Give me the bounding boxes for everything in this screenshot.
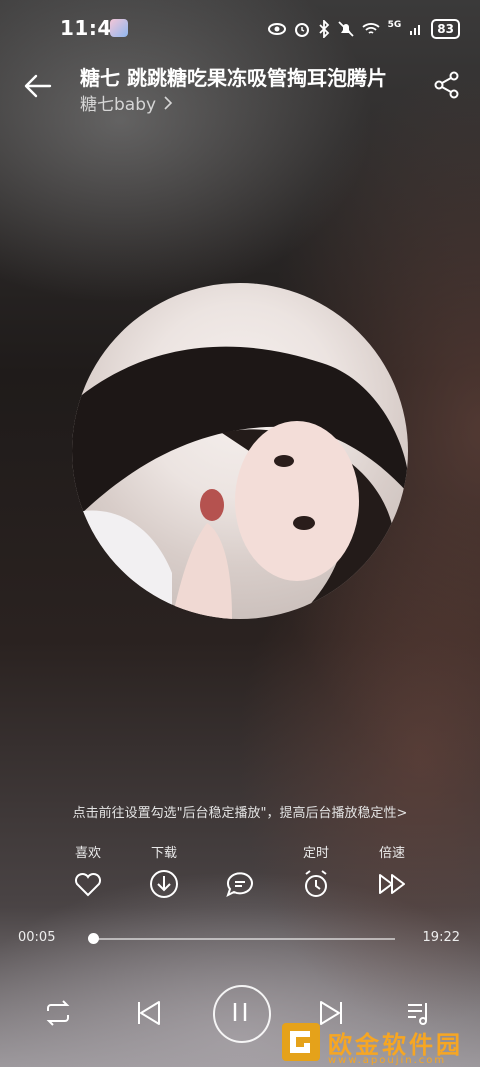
status-icons: 5G 83 <box>267 18 460 40</box>
watermark-logo-icon <box>282 1023 320 1061</box>
song-title: 糖七 跳跳糖吃果冻吸管掏耳泡腾片 <box>80 66 387 90</box>
artist-name: 糖七baby <box>80 95 157 115</box>
arrow-left-icon <box>24 74 52 98</box>
progress-track[interactable] <box>92 938 395 940</box>
alarm-clock-icon <box>305 870 327 897</box>
speed-action[interactable]: 倍速 <box>352 842 432 904</box>
chevron-right-icon <box>164 96 173 110</box>
back-button[interactable] <box>20 68 56 104</box>
watermark-url: www.apoujin.com <box>328 1055 447 1066</box>
wifi-icon <box>362 23 380 34</box>
alarm-icon <box>294 23 309 37</box>
app-notification-icon <box>110 19 128 37</box>
timer-label: 定时 <box>302 846 329 861</box>
signal-icon <box>410 25 421 35</box>
pause-button[interactable] <box>213 985 271 1043</box>
progress-knob[interactable] <box>88 933 99 944</box>
heart-icon <box>74 872 102 897</box>
share-icon <box>434 71 459 99</box>
share-button[interactable] <box>432 70 462 100</box>
total-time: 19:22 <box>422 930 460 945</box>
download-action[interactable]: 下载 <box>124 842 204 904</box>
comment-action[interactable] <box>200 842 280 904</box>
pause-icon <box>233 1003 247 1021</box>
mute-bell-icon <box>338 21 354 37</box>
cover-photo <box>72 346 408 619</box>
eye-icon <box>267 23 286 35</box>
download-icon <box>150 870 178 898</box>
artist-link[interactable]: 糖七baby <box>80 90 173 115</box>
network-type: 5G <box>387 20 402 30</box>
like-action[interactable]: 喜欢 <box>48 842 128 904</box>
album-cover[interactable] <box>72 283 408 619</box>
repeat-icon <box>46 1000 70 1026</box>
download-label: 下载 <box>150 846 177 861</box>
fast-forward-icon <box>379 874 405 894</box>
timer-action[interactable]: 定时 <box>276 842 356 904</box>
speed-label: 倍速 <box>378 846 405 861</box>
current-time: 00:05 <box>18 930 56 945</box>
previous-button[interactable] <box>121 985 177 1041</box>
watermark: 欧金软件园 www.apoujin.com <box>282 1019 463 1066</box>
repeat-button[interactable] <box>30 985 86 1041</box>
like-label: 喜欢 <box>74 846 101 861</box>
comment-icon <box>226 872 253 897</box>
status-bar: 11:44 5G 83 <box>0 0 480 58</box>
bluetooth-icon <box>319 20 329 38</box>
background-play-hint[interactable]: 点击前往设置勾选"后台稳定播放"，提高后台播放稳定性> <box>0 802 480 821</box>
skip-previous-icon <box>138 1001 160 1025</box>
comment-label <box>200 842 280 860</box>
battery-indicator: 83 <box>431 19 460 39</box>
